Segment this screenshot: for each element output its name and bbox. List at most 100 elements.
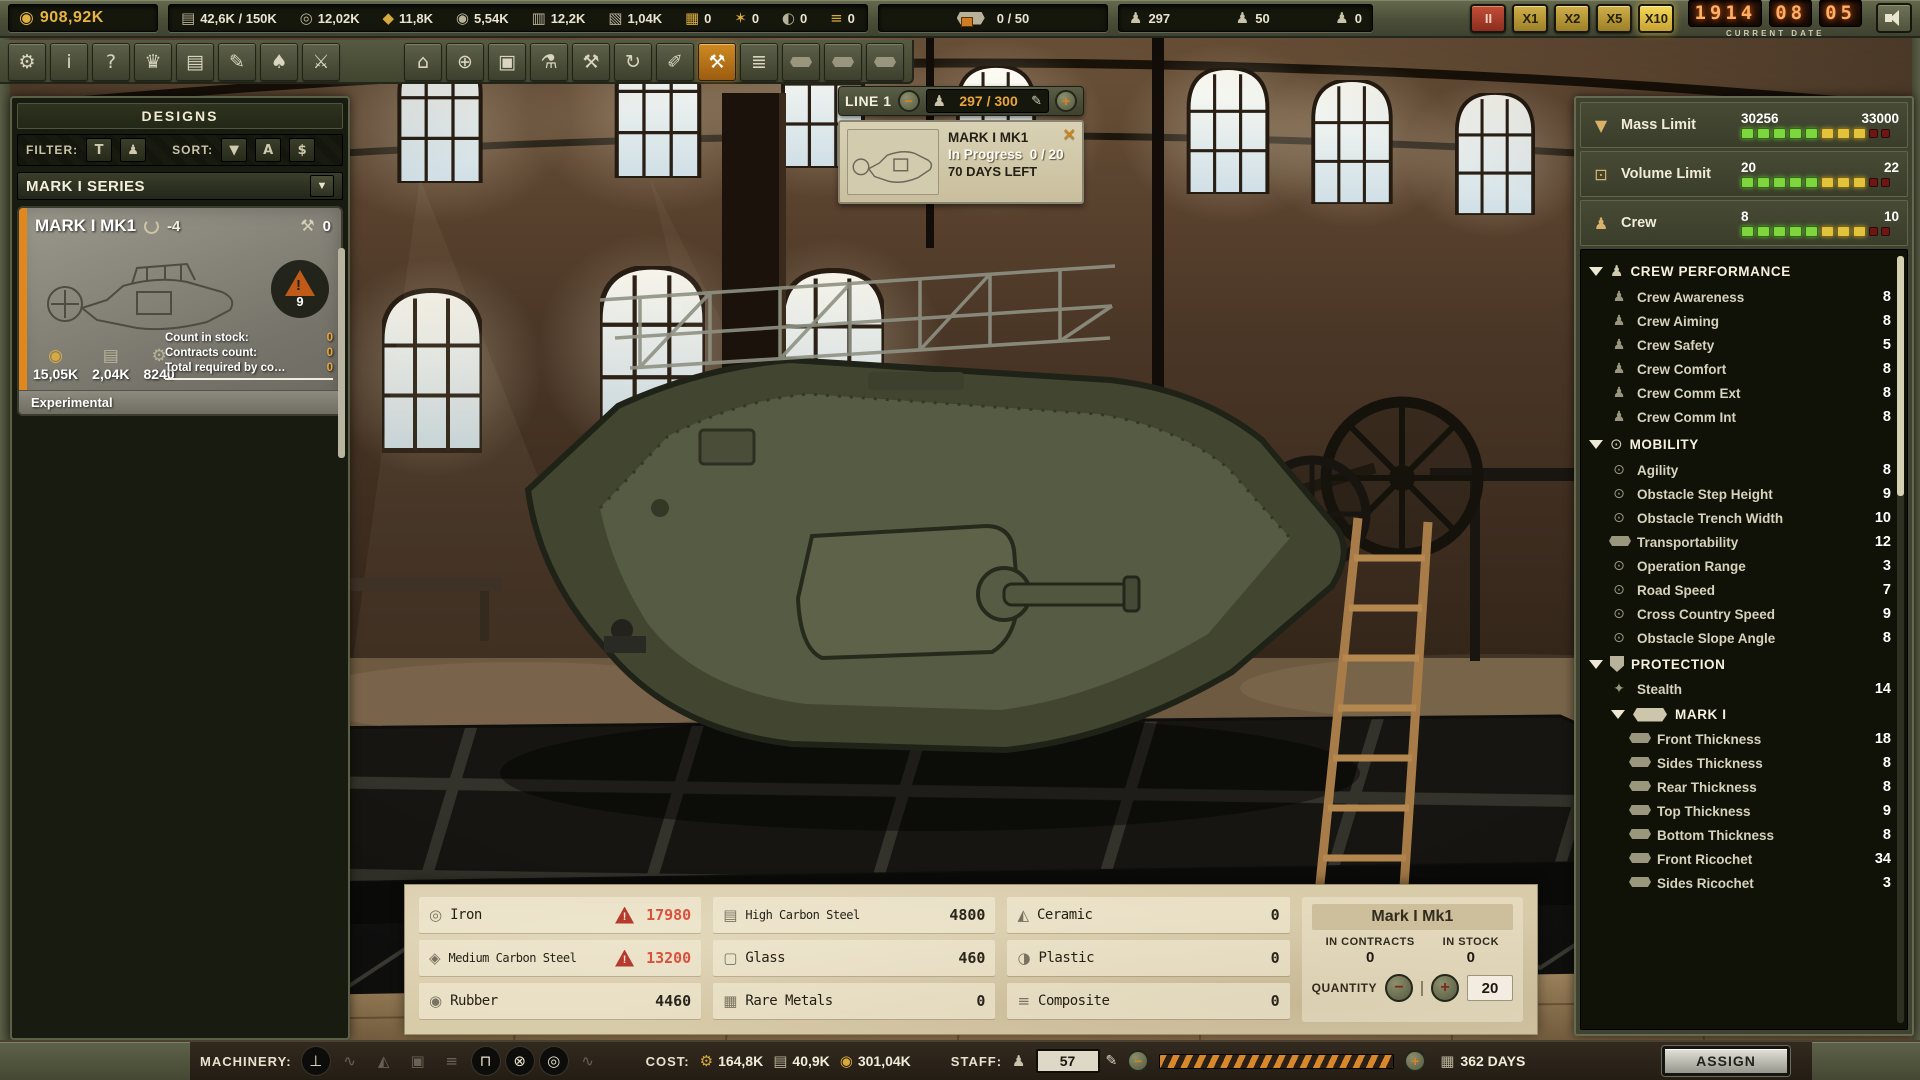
world-map-button[interactable]: ⊕	[446, 43, 484, 81]
edit-workers-icon[interactable]: ✎	[1031, 94, 1042, 109]
machinery-label: MACHINERY:	[200, 1054, 292, 1069]
tank-testing-button[interactable]	[866, 43, 904, 81]
glass-icon: ▢	[723, 949, 737, 967]
maintenance-key-icon: ⚒	[300, 218, 314, 234]
stats-scrollbar-track[interactable]	[1897, 256, 1904, 1023]
subsection-mark-i[interactable]: MARK I	[1587, 701, 1893, 727]
help-button[interactable]: ?	[92, 43, 130, 81]
staff-increase-button[interactable]: +	[1404, 1050, 1426, 1072]
planer-icon[interactable]: ▣	[404, 1047, 432, 1075]
sort-cost-button[interactable]: $	[289, 138, 315, 162]
sort-weight-button[interactable]: ▼	[221, 138, 247, 162]
press-icon[interactable]: ⊓	[472, 1047, 500, 1075]
date-digits: 1914 08 05	[1688, 0, 1862, 27]
cancel-production-button[interactable]: ✕	[1063, 128, 1076, 144]
speed-x2-button[interactable]: X2	[1554, 4, 1590, 33]
date-day: 05	[1819, 0, 1862, 27]
intelligence-button[interactable]: ♠	[260, 43, 298, 81]
sides-ricochet-icon	[1629, 875, 1649, 891]
file-icon[interactable]: ≡	[438, 1047, 466, 1075]
remove-worker-button[interactable]: −	[898, 90, 920, 112]
contracts-row: Contracts count:0	[165, 346, 333, 361]
welder-icon[interactable]: ∿	[574, 1047, 602, 1075]
speed-x5-button[interactable]: X5	[1596, 4, 1632, 33]
collapse-series-button[interactable]: ▼	[310, 175, 334, 197]
crew-icon: ♟	[1589, 214, 1613, 233]
design-card-mark-i-mk1[interactable]: MARK I MK1 -4 ⚒ 0	[17, 206, 343, 416]
tank-crate-icon	[957, 12, 985, 25]
filter-name-button[interactable]: T	[86, 138, 112, 162]
pause-button[interactable]: II	[1470, 4, 1506, 33]
drill-press-icon[interactable]: ⊥	[302, 1047, 330, 1075]
selected-stripe	[19, 208, 27, 414]
line-worker-counter: ♟ 297 / 300 ✎	[926, 89, 1049, 113]
disc-cutter-icon[interactable]: ◎	[540, 1047, 568, 1075]
management-tools-group: ⌂ ⊕ ▣ ⚗ ⚒ ↻ ✐ ⚒ ≣	[404, 43, 904, 79]
managers-count: ♟0	[1335, 9, 1362, 27]
stat-row-top-thickness: Top Thickness9	[1587, 799, 1893, 823]
section-protection[interactable]: PROTECTION	[1587, 650, 1893, 677]
edit-staff-icon[interactable]: ✎	[1106, 1053, 1118, 1069]
materials-column-2: ▤ High Carbon Steel 4800 ▢ Glass 460 ▦ R…	[713, 897, 995, 1022]
main-toolbar: ⚙ i ? ♛ ▤ ✎ ♠ ⚔ ⌂ ⊕ ▣ ⚗ ⚒ ↻ ✐ ⚒ ≣	[0, 40, 914, 84]
maintenance-button[interactable]: ↻	[614, 43, 652, 81]
saw-icon[interactable]: ∿	[336, 1047, 364, 1075]
resource-explosives: ✶0	[734, 11, 759, 26]
settings-button[interactable]: ⚙	[8, 43, 46, 81]
transportability-icon	[1609, 534, 1629, 550]
achievements-button[interactable]: ♛	[134, 43, 172, 81]
quantity-slider[interactable]	[1421, 981, 1423, 996]
filter-type-button[interactable]: ♟	[120, 138, 146, 162]
sort-alpha-button[interactable]: A	[255, 138, 281, 162]
collapse-triangle-icon	[1589, 267, 1603, 276]
wire-coil-icon: ◉	[456, 11, 469, 26]
section-crew-performance[interactable]: ♟ CREW PERFORMANCE	[1587, 256, 1893, 285]
quantity-decrease-button[interactable]: −	[1385, 974, 1413, 1002]
series-header-mark-i[interactable]: MARK I SERIES ▼	[17, 172, 343, 200]
add-worker-button[interactable]: +	[1055, 90, 1077, 112]
design-bureau-button[interactable]: ✐	[656, 43, 694, 81]
material-row-glass: ▢ Glass 460	[713, 940, 995, 976]
research-button[interactable]: ⚗	[530, 43, 568, 81]
tank-armor-button[interactable]	[824, 43, 862, 81]
material-row-rare-metals: ▦ Rare Metals 0	[713, 983, 995, 1019]
staff-count-input[interactable]	[1036, 1049, 1100, 1073]
mass-limit-row: ▼ Mass Limit 3025633000	[1580, 102, 1908, 148]
required-row: Total required by co…0	[165, 361, 333, 376]
tank-production-button[interactable]	[782, 43, 820, 81]
assign-button[interactable]: ASSIGN	[1662, 1046, 1790, 1076]
designs-scrollbar-thumb[interactable]	[338, 248, 345, 458]
line-production-card[interactable]: MARK I MK1 In Progress 0 / 20 70 DAYS LE…	[838, 120, 1084, 204]
design-warning-badge: 9	[271, 260, 329, 318]
production-order-box: Mark I Mk1 IN CONTRACTS 0 IN STOCK 0 QUA…	[1302, 897, 1523, 1022]
press-shop-button[interactable]: ≣	[740, 43, 778, 81]
resource-fuel: ◆11,8K	[383, 11, 434, 26]
briefcase-icon: ▣	[498, 51, 516, 73]
contracts-button[interactable]: ▣	[488, 43, 526, 81]
info-button[interactable]: i	[50, 43, 88, 81]
stats-scrollbar-thumb[interactable]	[1897, 256, 1904, 496]
lathe-icon[interactable]: ⊗	[506, 1047, 534, 1075]
grinder-icon[interactable]: ◭	[370, 1047, 398, 1075]
reports-button[interactable]: ✎	[218, 43, 256, 81]
announcements-button[interactable]	[1876, 3, 1912, 33]
workshop-button[interactable]: ⚒	[572, 43, 610, 81]
staff-decrease-button[interactable]: −	[1127, 1050, 1149, 1072]
assembly-button[interactable]: ⚒	[698, 43, 736, 81]
news-button[interactable]: ▤	[176, 43, 214, 81]
cost-label: COST:	[646, 1054, 690, 1069]
stat-row-rear-thickness: Rear Thickness8	[1587, 775, 1893, 799]
explosives-icon: ✶	[734, 11, 747, 26]
speed-x1-button[interactable]: X1	[1512, 4, 1548, 33]
staff-allocation-slider[interactable]	[1159, 1054, 1394, 1069]
section-mobility[interactable]: ⊙ MOBILITY	[1587, 429, 1893, 458]
factory-button[interactable]: ⌂	[404, 43, 442, 81]
line-header: LINE 1 − ♟ 297 / 300 ✎ +	[838, 86, 1084, 116]
system-tools-group: ⚙ i ? ♛ ▤ ✎ ♠ ⚔	[8, 43, 340, 79]
stat-row-crew-comm-int: ♟Crew Comm Int8	[1587, 405, 1893, 429]
stat-row-stealth: ✦Stealth14	[1587, 677, 1893, 701]
speed-x10-button[interactable]: X10	[1638, 4, 1674, 33]
quantity-increase-button[interactable]: +	[1431, 974, 1459, 1002]
stat-row-sides-thickness: Sides Thickness8	[1587, 751, 1893, 775]
war-button[interactable]: ⚔	[302, 43, 340, 81]
